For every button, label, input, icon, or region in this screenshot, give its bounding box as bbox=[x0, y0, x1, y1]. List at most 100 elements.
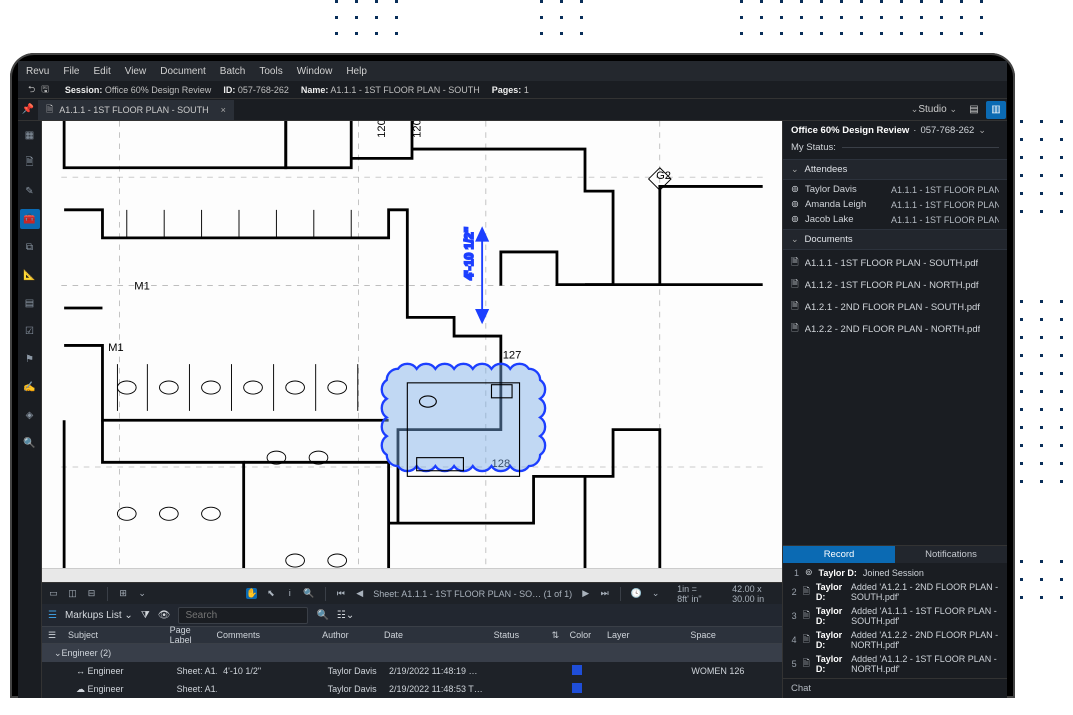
tool-shapes-icon[interactable]: ◈ bbox=[20, 405, 40, 425]
menu-revu[interactable]: Revu bbox=[26, 66, 49, 77]
document-row[interactable]: 🗎A1.1.2 - 1ST FLOOR PLAN - NORTH.pdf bbox=[783, 274, 1007, 296]
text-select-icon[interactable]: Ꭵ bbox=[284, 588, 295, 599]
col-page-label[interactable]: Page Label bbox=[164, 625, 211, 645]
documents-section-header[interactable]: ⌄ Documents bbox=[783, 229, 1007, 250]
back-icon[interactable]: ⮌ bbox=[28, 82, 35, 98]
markups-search-input[interactable] bbox=[178, 607, 308, 624]
col-space[interactable]: Space bbox=[684, 630, 782, 640]
attendee-row[interactable]: ⊚Jacob LakeA1.1.1 - 1ST FLOOR PLAN - SO bbox=[783, 212, 1007, 227]
document-row[interactable]: 🗎A1.2.2 - 2ND FLOOR PLAN - NORTH.pdf bbox=[783, 318, 1007, 340]
tool-links-icon[interactable]: ⧉ bbox=[20, 237, 40, 257]
menubar: Revu File Edit View Document Batch Tools… bbox=[18, 61, 1007, 81]
col-comments[interactable]: Comments bbox=[211, 630, 317, 640]
file-icon: 🗎 bbox=[803, 608, 810, 624]
menu-file[interactable]: File bbox=[63, 66, 79, 77]
document-row[interactable]: 🗎A1.2.1 - 2ND FLOOR PLAN - SOUTH.pdf bbox=[783, 296, 1007, 318]
col-author[interactable]: Author bbox=[316, 630, 378, 640]
next-page-icon[interactable]: ▶ bbox=[580, 588, 591, 599]
attendees-section-header[interactable]: ⌄ Attendees bbox=[783, 159, 1007, 180]
thumbs-dropdown-icon[interactable]: ⌄ bbox=[137, 588, 148, 599]
panel-toggle-1-icon[interactable]: ▤ bbox=[964, 101, 984, 119]
col-date[interactable]: Date bbox=[378, 630, 488, 640]
studio-bottom-tabs: Record Notifications bbox=[783, 545, 1007, 563]
split-h-icon[interactable]: ◫ bbox=[67, 588, 78, 599]
event-row[interactable]: 5🗎Taylor D:Added 'A1.1.2 - 1ST FLOOR PLA… bbox=[783, 652, 1007, 676]
pin-icon[interactable]: 📌 bbox=[18, 99, 38, 121]
tool-checkbox-icon[interactable]: ☑ bbox=[20, 321, 40, 341]
col-expand-icon[interactable]: ☰ bbox=[42, 630, 62, 641]
file-icon: 🗎 bbox=[803, 656, 810, 672]
my-status-row[interactable]: My Status: bbox=[783, 140, 1007, 159]
menu-view[interactable]: View bbox=[125, 66, 147, 77]
document-row[interactable]: 🗎A1.1.1 - 1ST FLOOR PLAN - SOUTH.pdf bbox=[783, 252, 1007, 274]
center-column: 120D 120C G2 M1 M1 127 128 bbox=[42, 121, 782, 698]
menu-edit[interactable]: Edit bbox=[93, 66, 110, 77]
tool-measure-icon[interactable]: 📐 bbox=[20, 265, 40, 285]
split-none-icon[interactable]: ▭ bbox=[48, 588, 59, 599]
tool-toolbox-icon[interactable]: 🧰 bbox=[20, 209, 40, 229]
col-color[interactable]: Color bbox=[564, 630, 601, 640]
markup-row[interactable]: ↔ Engineer Sheet: A1.1.1 … 4'-10 1/2" Ta… bbox=[42, 662, 782, 680]
menu-window[interactable]: Window bbox=[297, 66, 333, 77]
studio-label[interactable]: Studio ⌄ bbox=[918, 104, 957, 115]
col-sort-icon[interactable]: ⇅ bbox=[546, 630, 564, 641]
tool-marker-icon[interactable]: ✎ bbox=[20, 181, 40, 201]
tool-sign-icon[interactable]: ✍ bbox=[20, 377, 40, 397]
first-page-icon[interactable]: ⏮ bbox=[335, 588, 346, 599]
tab-notifications[interactable]: Notifications bbox=[895, 545, 1007, 563]
tool-flag-icon[interactable]: ⚑ bbox=[20, 349, 40, 369]
event-row[interactable]: 4🗎Taylor D:Added 'A1.2.2 - 2ND FLOOR PLA… bbox=[783, 628, 1007, 652]
tool-grid-icon[interactable]: ▦ bbox=[20, 125, 40, 145]
columns-icon[interactable]: ☷⌄ bbox=[337, 610, 354, 621]
menu-help[interactable]: Help bbox=[346, 66, 367, 77]
drawing-viewport[interactable]: 120D 120C G2 M1 M1 127 128 bbox=[42, 121, 782, 568]
toggle-visibility-icon[interactable]: 👁 bbox=[158, 610, 171, 621]
select-tool-icon[interactable]: ⬉ bbox=[265, 588, 276, 599]
tab-record[interactable]: Record bbox=[783, 545, 895, 563]
event-row[interactable]: 2🗎Taylor D:Added 'A1.2.1 - 2ND FLOOR PLA… bbox=[783, 580, 1007, 604]
close-tab-icon[interactable]: × bbox=[221, 105, 226, 115]
person-icon: ⊚ bbox=[805, 567, 813, 578]
tool-file-icon[interactable]: 🗎 bbox=[20, 153, 40, 173]
attendee-row[interactable]: ⊚Amanda LeighA1.1.1 - 1ST FLOOR PLAN - S… bbox=[783, 197, 1007, 212]
file-icon: 🗎 bbox=[791, 277, 799, 293]
split-v-icon[interactable]: ⊟ bbox=[86, 588, 97, 599]
clock-icon[interactable]: 🕓 bbox=[631, 588, 642, 599]
markup-row[interactable]: ☁ Engineer Sheet: A1.1.1 … Taylor Davis … bbox=[42, 680, 782, 698]
tab-overflow-icon[interactable]: ⌄ bbox=[911, 104, 919, 115]
scale-readout[interactable]: 1in = 8ft' in" bbox=[677, 584, 709, 604]
save-icon[interactable]: 🖫 bbox=[41, 82, 49, 98]
search-icon[interactable]: 🔍 bbox=[316, 610, 328, 621]
svg-text:M1: M1 bbox=[108, 342, 124, 354]
panel-toggle-2-icon[interactable]: ▥ bbox=[986, 101, 1006, 119]
markups-title[interactable]: Markups List ⌄ bbox=[65, 610, 133, 621]
col-layer[interactable]: Layer bbox=[601, 630, 684, 640]
event-row[interactable]: 3🗎Taylor D:Added 'A1.1.1 - 1ST FLOOR PLA… bbox=[783, 604, 1007, 628]
tool-search-icon[interactable]: 🔍 bbox=[20, 433, 40, 453]
menu-batch[interactable]: Batch bbox=[220, 66, 246, 77]
session-name: Office 60% Design Review bbox=[105, 85, 211, 95]
chat-field[interactable]: Chat bbox=[783, 678, 1007, 698]
menu-document[interactable]: Document bbox=[160, 66, 206, 77]
horizontal-scrollbar[interactable] bbox=[42, 568, 782, 582]
sheet-name[interactable]: Sheet: A1.1.1 - 1ST FLOOR PLAN - SO… (1 … bbox=[373, 589, 572, 599]
tool-layers-icon[interactable]: ▤ bbox=[20, 293, 40, 313]
studio-session-header[interactable]: Office 60% Design Review · 057-768-262 ⌄ bbox=[783, 121, 1007, 140]
document-tab[interactable]: 🗎 A1.1.1 - 1ST FLOOR PLAN - SOUTH × bbox=[38, 100, 234, 120]
color-swatch bbox=[572, 665, 582, 675]
thumbnails-icon[interactable]: ⊞ bbox=[118, 588, 129, 599]
markup-group-row[interactable]: ⌄ Engineer (2) bbox=[42, 644, 782, 662]
prev-page-icon[interactable]: ◀ bbox=[354, 588, 365, 599]
last-page-icon[interactable]: ⏭ bbox=[599, 588, 610, 599]
event-row[interactable]: 1⊚Taylor D:Joined Session bbox=[783, 565, 1007, 580]
col-status[interactable]: Status bbox=[488, 630, 546, 640]
filter-icon[interactable]: ⧩ bbox=[141, 610, 150, 621]
pan-tool-icon[interactable]: ✋ bbox=[246, 588, 257, 599]
col-subject[interactable]: Subject bbox=[62, 630, 164, 640]
session-bar: ⮌ 🖫 Session: Office 60% Design Review ID… bbox=[18, 81, 1007, 99]
markups-list-icon[interactable]: ☰ bbox=[48, 610, 57, 621]
attendee-row[interactable]: ⊚Taylor DavisA1.1.1 - 1ST FLOOR PLAN - S… bbox=[783, 182, 1007, 197]
clock-dropdown-icon[interactable]: ⌄ bbox=[650, 588, 661, 599]
zoom-tool-icon[interactable]: 🔍 bbox=[303, 588, 314, 599]
menu-tools[interactable]: Tools bbox=[259, 66, 282, 77]
